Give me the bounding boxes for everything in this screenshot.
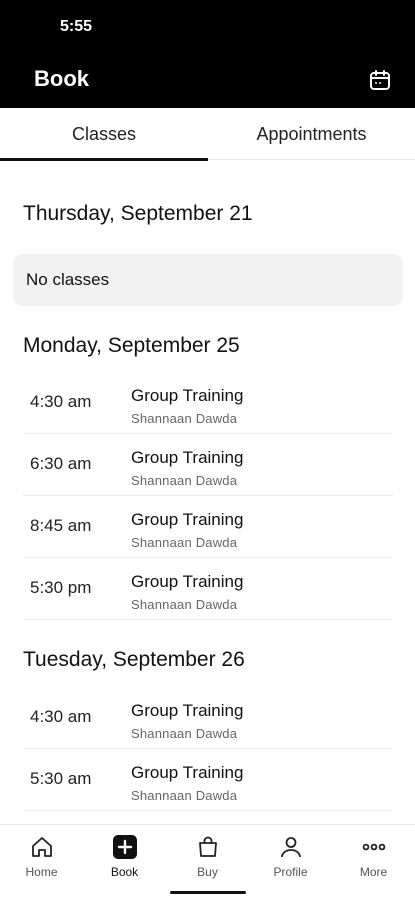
class-name: Group Training — [131, 510, 244, 529]
empty-day-card: No classes — [13, 254, 403, 306]
class-time: 6:30 am — [30, 454, 92, 473]
tab-bar: Classes Appointments — [0, 108, 415, 161]
class-instructor: Shannaan Dawda — [131, 597, 238, 612]
class-row[interactable]: 5:30 am Group Training Shannaan Dawda — [23, 749, 393, 811]
class-time: 8:45 am — [30, 516, 92, 535]
bottom-nav: Home Book Buy Profile More — [0, 824, 415, 900]
class-row[interactable]: 4:30 am Group Training Shannaan Dawda — [23, 372, 393, 434]
class-instructor: Shannaan Dawda — [131, 535, 238, 550]
nav-profile-label: Profile — [273, 865, 308, 879]
nav-more[interactable]: More — [332, 833, 415, 889]
home-indicator — [170, 891, 246, 894]
class-name: Group Training — [131, 763, 244, 782]
class-time: 5:30 am — [30, 769, 92, 788]
class-time: 4:30 am — [30, 707, 92, 726]
nav-more-label: More — [359, 865, 388, 879]
class-time: 4:30 am — [30, 392, 92, 411]
class-instructor: Shannaan Dawda — [131, 726, 238, 741]
status-bar: 5:55 — [0, 0, 415, 54]
book-plus-icon — [112, 835, 137, 859]
class-name: Group Training — [131, 572, 244, 591]
schedule-list[interactable]: Thursday, September 21 No classes Monday… — [0, 160, 415, 824]
page-title: Book — [34, 66, 89, 91]
tab-appointments-label: Appointments — [256, 123, 367, 144]
calendar-icon — [370, 70, 390, 90]
nav-profile[interactable]: Profile — [249, 833, 332, 889]
nav-buy-label: Buy — [197, 865, 218, 879]
tab-appointments[interactable]: Appointments — [208, 108, 415, 160]
nav-home[interactable]: Home — [0, 833, 83, 889]
class-name: Group Training — [131, 701, 244, 720]
nav-book-label: Book — [110, 865, 139, 879]
nav-buy[interactable]: Buy — [166, 833, 249, 889]
class-instructor: Shannaan Dawda — [131, 411, 238, 426]
class-row[interactable]: 6:30 am Group Training Shannaan Dawda — [23, 434, 393, 496]
profile-icon — [280, 837, 301, 858]
app-header: Book — [0, 54, 415, 108]
class-instructor: Shannaan Dawda — [131, 473, 238, 488]
nav-book[interactable]: Book — [83, 833, 166, 889]
tab-classes[interactable]: Classes — [0, 108, 208, 161]
class-name: Group Training — [131, 386, 244, 405]
class-row[interactable]: 8:45 am Group Training Shannaan Dawda — [23, 496, 393, 558]
class-row[interactable]: 5:30 pm Group Training Shannaan Dawda — [23, 558, 393, 620]
class-instructor: Shannaan Dawda — [131, 788, 238, 803]
class-row[interactable]: 4:30 am Group Training Shannaan Dawda — [23, 687, 393, 749]
home-icon — [31, 837, 52, 857]
class-name: Group Training — [131, 448, 244, 467]
class-time: 5:30 pm — [30, 578, 92, 597]
more-icon — [362, 843, 385, 851]
day-heading: Monday, September 25 — [23, 334, 240, 357]
nav-home-label: Home — [25, 865, 58, 879]
no-classes-text: No classes — [26, 270, 110, 289]
tab-classes-label: Classes — [71, 123, 137, 144]
status-time: 5:55 — [60, 18, 93, 35]
day-heading: Thursday, September 21 — [23, 202, 253, 225]
day-heading: Tuesday, September 26 — [23, 648, 245, 671]
calendar-button[interactable] — [366, 66, 394, 94]
shopping-bag-icon — [198, 836, 217, 857]
